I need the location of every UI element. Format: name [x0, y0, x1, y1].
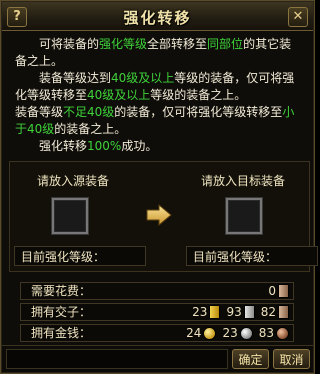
close-button[interactable]: ✕: [288, 7, 308, 27]
equipment-panel: 请放入源装备 请放入目标装备 目前强化等级： 目前强化等级：: [9, 161, 318, 272]
cancel-button[interactable]: 取消: [273, 349, 310, 369]
description-paragraph-1: 可将装备的强化等级全部转移至同部位的其它装备之上。: [15, 37, 292, 68]
silver-note-icon: [243, 305, 255, 319]
source-equipment-label: 请放入源装备: [37, 174, 110, 188]
copper-coin-icon: [276, 326, 289, 340]
jiaozi-label: 拥有交子：: [31, 305, 92, 319]
note-icon: [278, 284, 289, 298]
target-equipment-label: 请放入目标装备: [201, 174, 286, 188]
gold-coin-icon: [203, 326, 217, 340]
jiaozi-silver-value: 93: [226, 305, 242, 319]
jiaozi-copper-value: 82: [260, 305, 276, 319]
required-cost: 0: [268, 283, 289, 299]
money-gold-value: 24: [186, 326, 202, 340]
gold-note-icon: [209, 305, 221, 319]
target-strengthen-level: 目前强化等级：: [186, 246, 318, 266]
source-strengthen-level: 目前强化等级：: [14, 246, 146, 266]
title-bar: ? 强化转移 ✕: [2, 2, 313, 31]
money-row: 拥有金钱： 24 23 83: [20, 324, 294, 342]
required-cost-row: 需要花费： 0: [20, 282, 294, 300]
description-paragraph-4: 强化转移100%成功。: [39, 139, 158, 153]
message-input[interactable]: [6, 349, 228, 369]
target-equipment-slot[interactable]: [226, 198, 262, 234]
bottom-bar: 确定 取消: [2, 345, 313, 372]
description-paragraph-3: 装备等级不足40级的装备，仅可将强化等级转移至小于40级的装备之上。: [15, 105, 295, 136]
money-label: 拥有金钱：: [31, 326, 92, 340]
window-title: 强化转移: [123, 9, 192, 27]
strengthen-transfer-window: ? 强化转移 ✕ 可将装备的强化等级全部转移至同部位的其它装备之上。 装备等级达…: [0, 0, 318, 374]
money-copper-value: 83: [258, 326, 274, 340]
required-cost-value: 0: [268, 284, 276, 298]
money-silver-value: 23: [222, 326, 238, 340]
description: 可将装备的强化等级全部转移至同部位的其它装备之上。 装备等级达到40级及以上等级…: [15, 36, 302, 155]
confirm-button[interactable]: 确定: [232, 349, 269, 369]
jiaozi-row: 拥有交子： 23 93 82: [20, 303, 294, 321]
arrow-right-icon: [146, 204, 172, 226]
required-cost-label: 需要花费：: [31, 284, 92, 298]
jiaozi-gold-value: 23: [192, 305, 208, 319]
copper-note-icon: [278, 305, 289, 319]
silver-coin-icon: [239, 326, 253, 340]
source-equipment-slot[interactable]: [52, 198, 88, 234]
description-paragraph-2: 装备等级达到40级及以上等级的装备，仅可将强化等级转移至40级及以上等级的装备之…: [15, 71, 295, 102]
